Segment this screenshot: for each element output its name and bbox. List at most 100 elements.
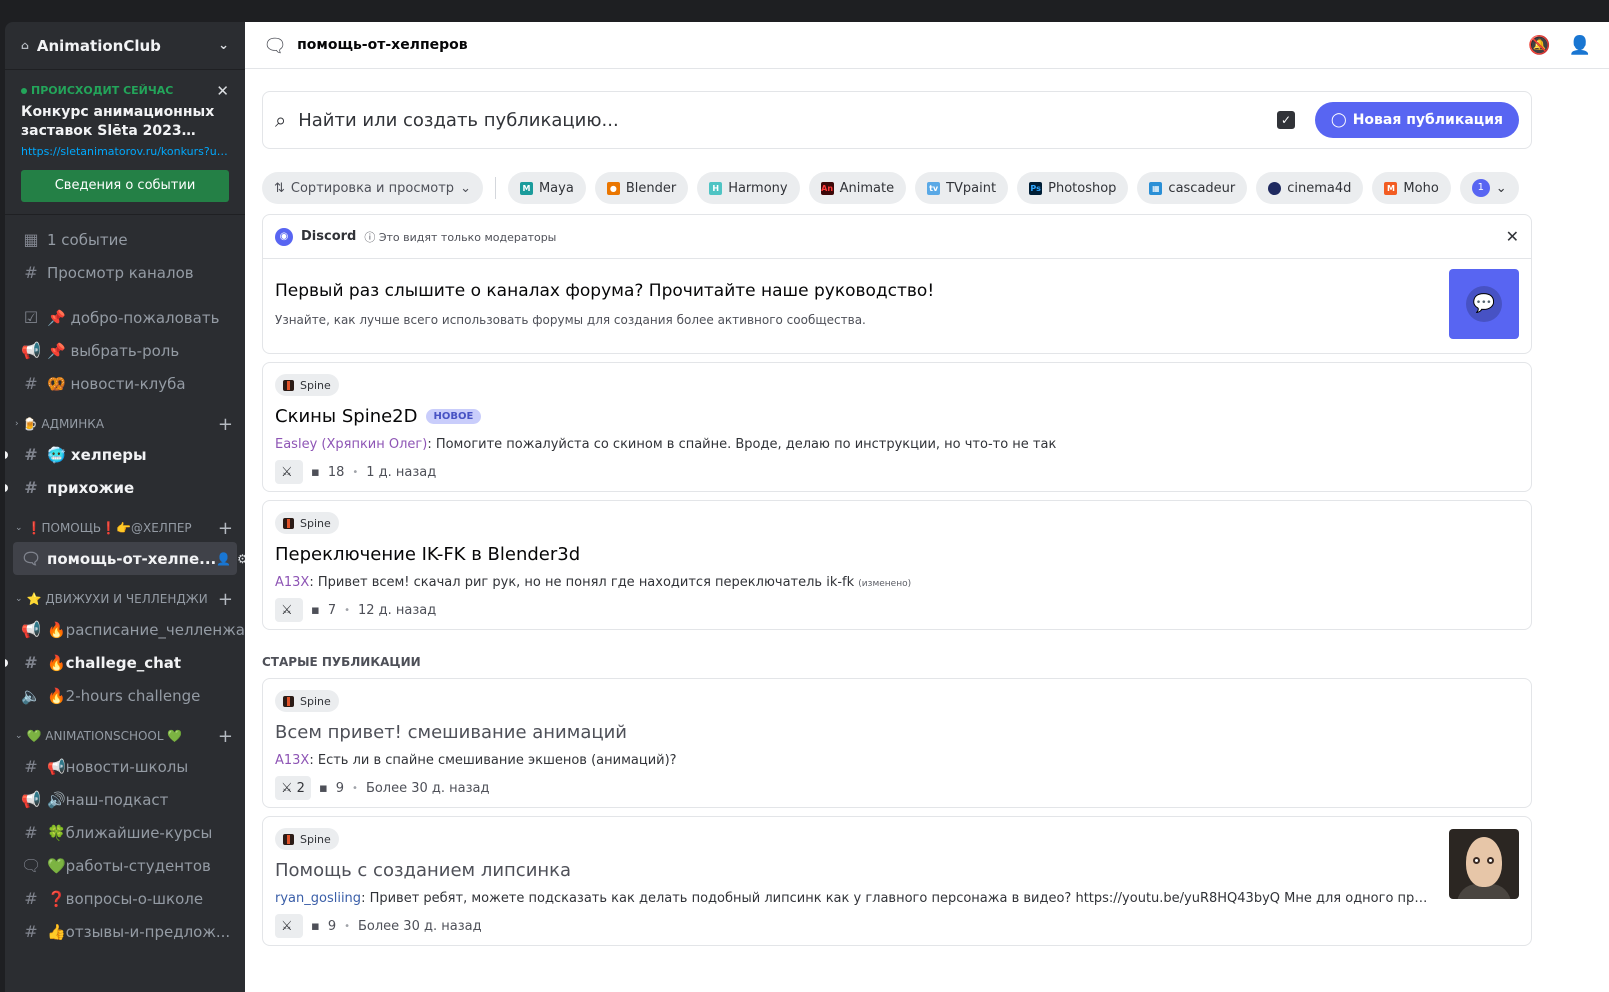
channel-club-news[interactable]: # 🥨 новости-клуба	[13, 367, 237, 400]
post-card[interactable]: Spine Скины Spine2D НОВОЕ Easley (Хряпкин…	[262, 362, 1532, 492]
browse-channels-item[interactable]: # Просмотр каналов	[13, 256, 237, 289]
crossed-swords-icon: ⚔	[281, 602, 293, 618]
post-meta: ⚔ 2 ▪ 9 • Более 30 д. назад	[275, 776, 1519, 800]
post-preview: A13X: Есть ли в спайне смешивание экшено…	[275, 753, 677, 768]
add-channel-icon[interactable]: +	[218, 518, 233, 539]
hashtag-icon: #	[24, 445, 38, 464]
post: Spine Всем привет! смешивание анимаций A…	[263, 679, 1531, 800]
photoshop-icon: Ps	[1029, 181, 1043, 195]
reaction-button[interactable]: ⚔	[275, 914, 303, 938]
rules-check-icon: ☑	[23, 308, 39, 327]
channel-reviews[interactable]: # 👍отзывы-и-предлож...	[13, 915, 237, 948]
crossed-swords-icon: ⚔	[281, 780, 293, 796]
notice-visibility: ⓘ Это видят только модераторы	[364, 230, 557, 244]
home-icon: ⌂	[21, 39, 29, 52]
spine-icon	[283, 379, 294, 391]
add-channel-icon[interactable]: +	[218, 589, 233, 610]
category-help[interactable]: ⌄ ❗ПОМОЩЬ❗👉@ХЕЛПЕР +	[13, 514, 237, 542]
more-tags-button[interactable]: 1 ⌄	[1459, 172, 1519, 204]
channel-challenge-chat[interactable]: # 🔥challege_chat	[5, 646, 237, 679]
channel-school-questions[interactable]: # ❓вопросы-о-школе	[13, 882, 237, 915]
post-title: Скины Spine2D НОВОЕ	[275, 406, 1519, 427]
channel-helpers[interactable]: # 🥶 хелперы	[5, 438, 237, 471]
event-link[interactable]: https://sletanimatorov.ru/konkurs?utm_so…	[21, 145, 229, 158]
hashtag-icon: #	[24, 374, 38, 393]
close-icon[interactable]: ✕	[216, 82, 229, 100]
spine-icon	[283, 833, 294, 845]
channel-students[interactable]: 🗨 💚работы-студентов	[13, 849, 237, 882]
tag-blender[interactable]: ● Blender	[594, 172, 689, 204]
chevron-down-icon: ⌄	[460, 180, 471, 196]
close-icon[interactable]: ✕	[1506, 227, 1519, 246]
post-title: Переключение IK-FK в Blender3d	[275, 544, 581, 565]
hashtag-search-icon: #	[24, 263, 38, 282]
live-event-card: ПРОИСХОДИТ СЕЙЧАС ✕ Конкурс анимационных…	[5, 70, 245, 215]
chevron-down-icon[interactable]: ⌄	[218, 38, 229, 53]
channel-podcast[interactable]: 📢 🔊наш-подкаст	[13, 783, 237, 816]
chat-bubble-icon: ◯	[1331, 112, 1347, 128]
reaction-button[interactable]: ⚔	[275, 598, 303, 622]
post-tag: Spine	[275, 828, 339, 850]
post-thumbnail[interactable]	[1449, 829, 1519, 899]
channel-similar[interactable]: # прихожие	[5, 471, 237, 504]
comment-count: 7	[327, 602, 337, 618]
gear-icon[interactable]: ⚙	[237, 552, 245, 566]
new-post-button[interactable]: ◯ Новая публикация	[1315, 102, 1519, 138]
cascadeur-icon: ▦	[1149, 181, 1163, 195]
events-item[interactable]: ▦ 1 событие	[13, 223, 237, 256]
chevron-right-icon: ›	[15, 419, 19, 429]
tag-cascadeur[interactable]: ▦ cascadeur	[1137, 172, 1248, 204]
tag-filter-bar: ⇅ Сортировка и просмотр ⌄ M Maya ● Blender H…	[262, 172, 1519, 204]
channel-role[interactable]: 📢 📌 выбрать-роль	[13, 334, 237, 367]
post-title: Всем привет! смешивание анимаций	[275, 722, 627, 743]
channel-courses[interactable]: # 🍀ближайшие-курсы	[13, 816, 237, 849]
post-card[interactable]: Spine Всем привет! смешивание анимаций A…	[262, 678, 1532, 808]
post-time: Более 30 д. назад	[365, 780, 490, 796]
post: Spine Переключение IK-FK в Blender3d A13…	[263, 501, 1531, 622]
tag-maya[interactable]: M Maya	[507, 172, 586, 204]
tag-cinema4d[interactable]: cinema4d	[1256, 172, 1364, 204]
window-top-bar	[0, 0, 1609, 22]
notification-bell-muted-icon[interactable]: 🔕	[1528, 35, 1550, 56]
forum-icon: 🗨	[21, 856, 42, 875]
post-preview: A13X: Привет всем! скачал риг рук, но не…	[275, 575, 912, 590]
tag-harmony[interactable]: H Harmony	[697, 172, 800, 204]
channel-welcome[interactable]: ☑ 📌 добро-пожаловать	[13, 301, 237, 334]
category-challenges[interactable]: ⌄ ⭐ ДВИЖУХИ И ЧЕЛЛЕНДЖИ +	[13, 585, 237, 613]
post-time: 12 д. назад	[358, 602, 437, 618]
event-details-button[interactable]: Сведения о событии	[21, 170, 229, 202]
maya-icon: M	[519, 181, 533, 195]
hashtag-icon: #	[24, 922, 38, 941]
channel-schedule[interactable]: 📢 🔥расписание_челленжа	[13, 613, 245, 646]
forum-icon: 🗨	[21, 549, 42, 568]
checklist-icon[interactable]: ✓	[1277, 111, 1296, 129]
calendar-icon: ▦	[23, 230, 39, 249]
tag-tvpaint[interactable]: tv TVpaint	[915, 172, 1009, 204]
post-card[interactable]: Spine Переключение IK-FK в Blender3d A13…	[262, 500, 1532, 630]
server-header[interactable]: ⌂ AnimationClub ⌄	[5, 22, 245, 70]
chevron-down-icon: ⌄	[15, 731, 23, 741]
post-card[interactable]: Spine Помощь с созданием липсинка ryan_g…	[262, 816, 1532, 946]
comment-count: 18	[327, 464, 345, 480]
sort-arrows-icon: ⇅	[274, 180, 285, 196]
tag-animate[interactable]: An Animate	[808, 172, 907, 204]
tag-photoshop[interactable]: Ps Photoshop	[1017, 172, 1129, 204]
channel-help-forum[interactable]: 🗨 помощь-от-хелпе... 👤 ⚙	[13, 542, 245, 575]
add-channel-icon[interactable]: +	[218, 726, 233, 747]
add-channel-icon[interactable]: +	[218, 414, 233, 435]
add-member-icon[interactable]: 👤	[216, 552, 231, 566]
category-admin[interactable]: › 🍺 АДМИНКА +	[13, 410, 237, 438]
channel-two-hours[interactable]: 🔈 🔥2-hours challenge	[13, 679, 237, 712]
category-school[interactable]: ⌄ 💚 ANIMATIONSCHOOL 💚 +	[13, 722, 237, 750]
reaction-button[interactable]: ⚔ 2	[275, 776, 311, 800]
search-input[interactable]	[298, 109, 1278, 131]
channel-school-news[interactable]: # 📢новости-школы	[13, 750, 237, 783]
reaction-button[interactable]: ⚔	[275, 460, 303, 484]
tag-moho[interactable]: M Moho	[1372, 172, 1451, 204]
tvpaint-icon: tv	[927, 181, 941, 195]
notice-title: Первый раз слышите о каналах форума? Про…	[275, 281, 935, 301]
forum-icon: 🗨	[263, 34, 288, 57]
member-list-icon[interactable]: 👤	[1569, 35, 1591, 56]
notice-body[interactable]: Первый раз слышите о каналах форума? Про…	[263, 259, 1531, 353]
sort-view-button[interactable]: ⇅ Сортировка и просмотр ⌄	[262, 172, 483, 204]
